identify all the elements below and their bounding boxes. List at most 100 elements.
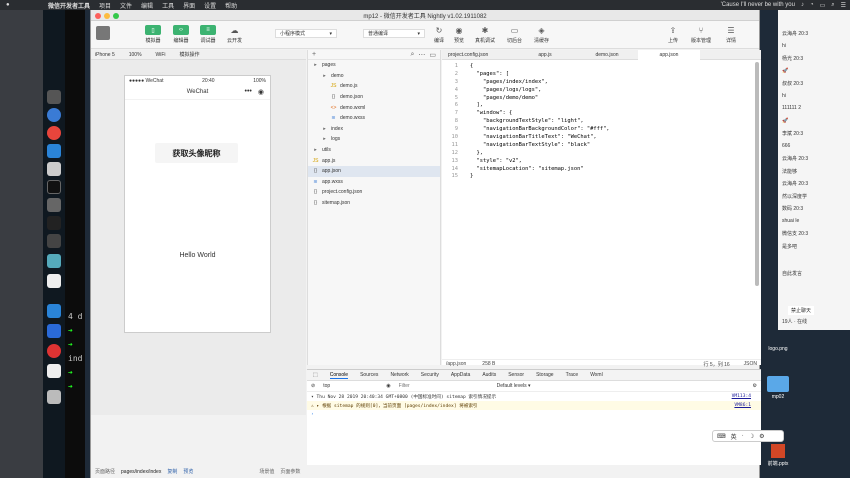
params-label[interactable]: 页面参数 xyxy=(280,468,300,475)
tree-item[interactable]: ≋ demo.wxss xyxy=(308,113,440,124)
menu-app[interactable]: 微信开发者工具 xyxy=(48,1,90,10)
keyboard-icon[interactable]: ⌨ xyxy=(717,433,726,440)
tree-item[interactable]: <> demo.wxml xyxy=(308,102,440,113)
tab-sources[interactable]: Sources xyxy=(360,372,378,378)
version-button[interactable]: ⑂ 版本管理 xyxy=(691,25,711,45)
apple-icon[interactable]: ● xyxy=(6,2,10,8)
tab-app-js[interactable]: app.js xyxy=(514,50,576,60)
punct-toggle[interactable]: · xyxy=(742,433,744,439)
tab-project-config[interactable]: project.config.json xyxy=(442,50,514,60)
tree-item[interactable]: {} demo.json xyxy=(308,92,440,103)
menu-file[interactable]: 文件 xyxy=(120,1,132,10)
tree-item[interactable]: {} project.config.json xyxy=(308,187,440,198)
menu-project[interactable]: 项目 xyxy=(99,1,111,10)
desktop-file-pptx[interactable]: 前端.pptx xyxy=(758,444,798,467)
real-debug-button[interactable]: ✱ 真机调试 xyxy=(475,25,495,45)
debugger-button[interactable]: ≡ 调试器 xyxy=(200,25,216,44)
battery-icon[interactable]: ▭ xyxy=(820,2,826,9)
dock-app8-icon[interactable] xyxy=(47,344,61,358)
tree-item[interactable]: {} app.json xyxy=(308,165,440,177)
tree-item[interactable]: ▸ index xyxy=(308,124,440,135)
dock-app2-icon[interactable] xyxy=(47,162,61,176)
upload-button[interactable]: ⇪ 上传 xyxy=(667,25,679,45)
dock-chrome-icon[interactable] xyxy=(47,126,61,140)
search-icon[interactable]: ⌕ xyxy=(410,51,414,59)
menu-view[interactable]: 界面 xyxy=(183,1,195,10)
dock-cloud-icon[interactable] xyxy=(47,304,61,318)
warning-source-link[interactable]: VM86:1 xyxy=(734,403,751,408)
mute-toggle[interactable]: 禁止聊天 xyxy=(788,306,815,315)
tree-item[interactable]: ▸ pages xyxy=(308,60,440,71)
tree-item[interactable]: JS demo.js xyxy=(308,81,440,92)
device-select[interactable]: iPhone 5 xyxy=(95,52,115,58)
log-source-link[interactable]: VM113:4 xyxy=(732,394,751,399)
dock-app5-icon[interactable] xyxy=(47,234,61,248)
scene-label[interactable]: 场景值 xyxy=(259,468,274,475)
editor-button[interactable]: ‹› 编辑器 xyxy=(173,25,189,44)
tree-item[interactable]: JS app.js xyxy=(308,155,440,166)
now-playing[interactable]: 'Cause I'll never be with you xyxy=(721,2,795,8)
menu-edit[interactable]: 编辑 xyxy=(141,1,153,10)
minimize-icon[interactable] xyxy=(104,13,110,19)
compile-button[interactable]: ↻ 编译 xyxy=(433,25,445,45)
tab-wxml[interactable]: Wxml xyxy=(590,372,603,378)
tree-item[interactable]: {} sitemap.json xyxy=(308,198,440,209)
music-icon[interactable]: ♪ xyxy=(801,2,804,8)
clear-cache-button[interactable]: ◈ 清缓存 xyxy=(534,25,549,45)
tab-demo-json[interactable]: demo.json xyxy=(576,50,638,60)
search-icon[interactable]: ⌕ xyxy=(831,2,834,9)
desktop-folder[interactable]: mp02 xyxy=(764,376,792,400)
more-icon[interactable]: ⋯ xyxy=(418,51,425,59)
moon-icon[interactable]: ☽ xyxy=(749,433,754,440)
dock-finder-icon[interactable] xyxy=(47,144,61,158)
context-select[interactable]: top xyxy=(323,383,378,389)
tree-item[interactable]: ▸ demo xyxy=(308,71,440,82)
action-select[interactable]: 模拟操作 xyxy=(180,51,200,58)
dock-app-icon[interactable] xyxy=(47,90,61,104)
tab-audits[interactable]: Audits xyxy=(482,372,496,378)
dock-app4-icon[interactable] xyxy=(47,216,61,230)
avatar[interactable] xyxy=(96,26,110,40)
preview-link[interactable]: 预览 xyxy=(183,468,193,475)
dock-app3-icon[interactable] xyxy=(47,198,61,212)
tab-storage[interactable]: Storage xyxy=(536,372,554,378)
inspect-icon[interactable]: ⬚ xyxy=(313,372,318,378)
split-icon[interactable]: ▭ xyxy=(429,51,436,59)
compile-mode-select[interactable]: 普通编译 ▾ xyxy=(363,29,425,38)
menu-extra-icon[interactable]: ☰ xyxy=(841,2,846,9)
levels-select[interactable]: Default levels ▾ xyxy=(497,383,531,389)
dock-app9-icon[interactable] xyxy=(47,364,61,378)
dock-safari-icon[interactable] xyxy=(47,108,61,122)
editor-scrollbar[interactable] xyxy=(755,62,759,286)
maximize-icon[interactable] xyxy=(113,13,119,19)
tab-sensor[interactable]: Sensor xyxy=(508,372,524,378)
dock-trash-icon[interactable] xyxy=(47,390,61,404)
tab-console[interactable]: Console xyxy=(329,372,349,379)
target-icon[interactable]: ◉ xyxy=(258,88,264,96)
mode-select[interactable]: 小程序模式 ▾ xyxy=(275,29,337,38)
dock-app6-icon[interactable] xyxy=(47,254,61,268)
tab-network[interactable]: Network xyxy=(390,372,408,378)
gear-icon[interactable]: ⚙ xyxy=(759,433,764,440)
menu-tools[interactable]: 工具 xyxy=(162,1,174,10)
network-select[interactable]: WiFi xyxy=(156,52,166,58)
tab-app-json[interactable]: app.json xyxy=(638,50,700,60)
background-button[interactable]: ▭ 切后台 xyxy=(507,25,522,45)
tab-trace[interactable]: Trace xyxy=(566,372,579,378)
gear-icon[interactable]: ⚙ xyxy=(753,383,757,389)
tab-appdata[interactable]: AppData xyxy=(451,372,470,378)
dock-terminal-icon[interactable] xyxy=(47,180,61,194)
copy-link[interactable]: 复制 xyxy=(167,468,177,475)
details-button[interactable]: ☰ 详情 xyxy=(725,25,737,45)
menu-settings[interactable]: 设置 xyxy=(204,1,216,10)
preview-button[interactable]: ◉ 预览 xyxy=(453,25,465,45)
tree-item[interactable]: ▸ logs xyxy=(308,134,440,145)
code-content[interactable]: 1{2 "pages": [3 "pages/index/index", 4 "p… xyxy=(442,62,761,180)
zoom-select[interactable]: 100% xyxy=(129,52,142,58)
wifi-icon[interactable]: ◔ xyxy=(810,2,814,8)
lang-toggle[interactable]: 英 xyxy=(731,432,737,441)
close-icon[interactable] xyxy=(95,13,101,19)
dock-app7-icon[interactable] xyxy=(47,324,61,338)
cloud-button[interactable]: ☁ 云开发 xyxy=(227,25,242,45)
add-icon[interactable]: + xyxy=(312,51,316,58)
